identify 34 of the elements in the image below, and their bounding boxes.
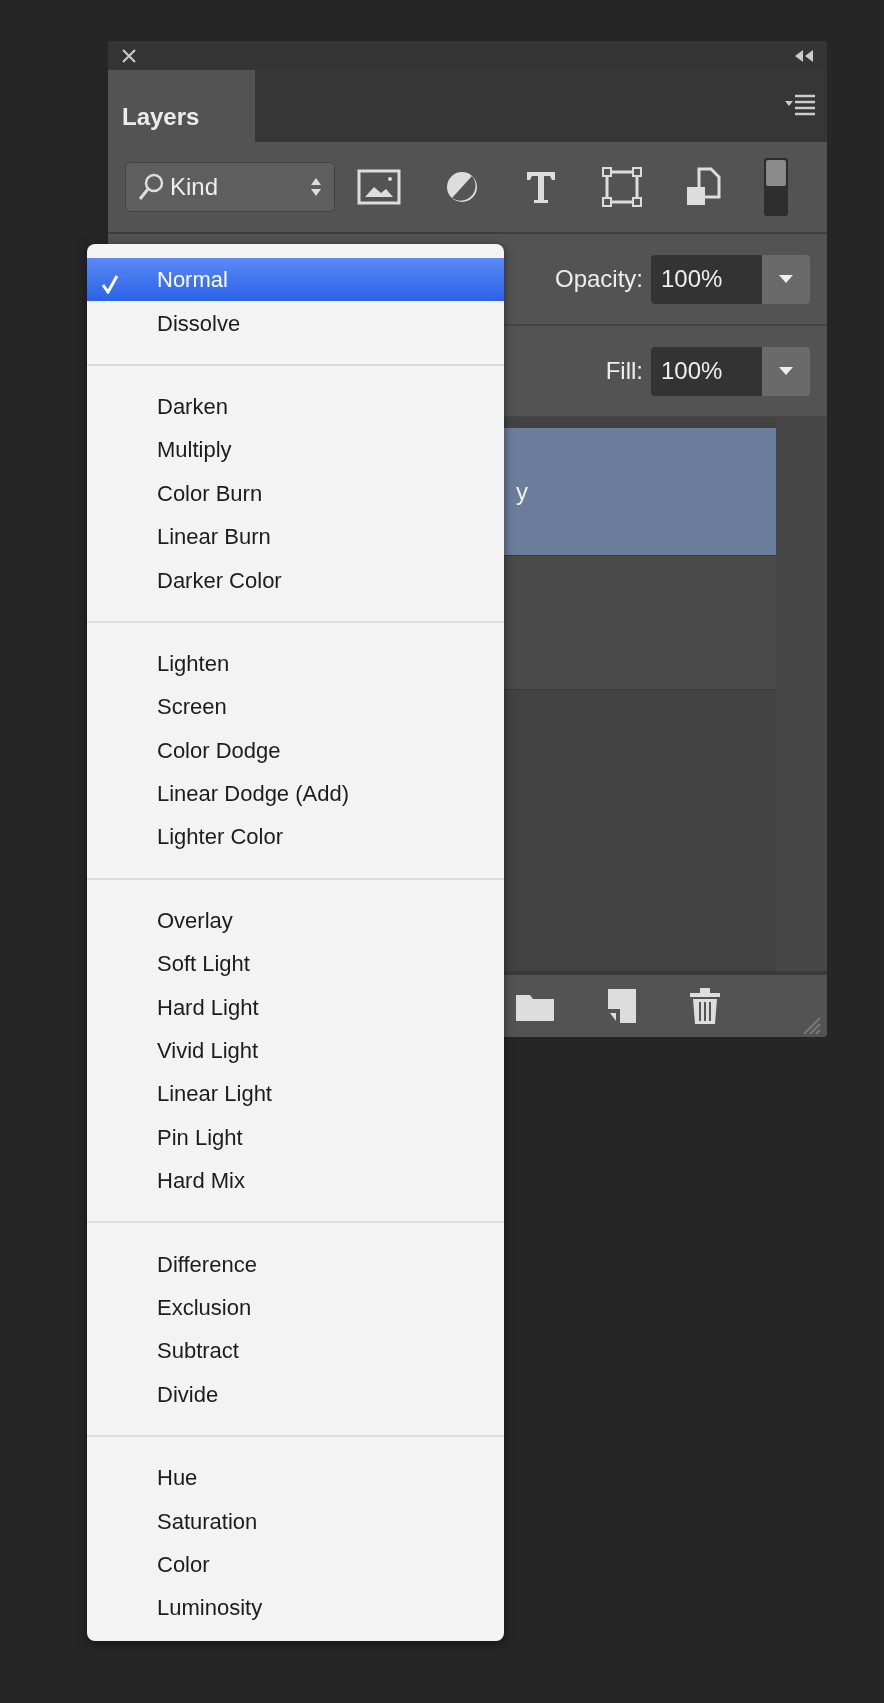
- menu-item[interactable]: Normal: [87, 258, 504, 302]
- menu-item[interactable]: Linear Light: [87, 1072, 504, 1116]
- menu-item[interactable]: Vivid Light: [87, 1028, 504, 1073]
- fill-field[interactable]: 100%: [651, 346, 762, 396]
- menu-item[interactable]: Difference: [87, 1242, 504, 1286]
- menu-item[interactable]: Hard Mix: [87, 1159, 504, 1203]
- menu-item[interactable]: Exclusion: [87, 1285, 504, 1330]
- fill-label: Fill:: [605, 356, 643, 386]
- opacity-label: Opacity:: [554, 264, 643, 294]
- menu-item[interactable]: Dissolve: [87, 301, 504, 345]
- menu-item[interactable]: Overlay: [87, 898, 504, 943]
- menu-item[interactable]: Saturation: [87, 1499, 504, 1543]
- layer-name: y: [516, 476, 528, 507]
- menu-item[interactable]: Subtract: [87, 1329, 504, 1373]
- menu-item[interactable]: Hue: [87, 1456, 504, 1500]
- menu-item[interactable]: Pin Light: [87, 1115, 504, 1160]
- menu-item[interactable]: Darker Color: [87, 558, 504, 602]
- menu-item[interactable]: Luminosity: [87, 1586, 504, 1630]
- menu-item[interactable]: Lighter Color: [87, 815, 504, 859]
- menu-item[interactable]: Lighten: [87, 641, 504, 686]
- opacity-field[interactable]: 100%: [651, 254, 762, 304]
- menu-item[interactable]: Color: [87, 1542, 504, 1587]
- menu-item[interactable]: Divide: [87, 1372, 504, 1416]
- menu-item[interactable]: Linear Dodge (Add): [87, 771, 504, 816]
- menu-item[interactable]: Linear Burn: [87, 514, 504, 559]
- panel-tab[interactable]: Layers: [108, 70, 255, 142]
- menu-item[interactable]: Hard Light: [87, 985, 504, 1029]
- menu-item[interactable]: Soft Light: [87, 942, 504, 986]
- menu-item[interactable]: Screen: [87, 685, 504, 729]
- menu-item[interactable]: Darken: [87, 384, 504, 429]
- menu-item[interactable]: Color Burn: [87, 471, 504, 515]
- menu-item[interactable]: Color Dodge: [87, 728, 504, 772]
- filter-select[interactable]: Kind: [125, 162, 335, 212]
- menu-item[interactable]: Multiply: [87, 428, 504, 472]
